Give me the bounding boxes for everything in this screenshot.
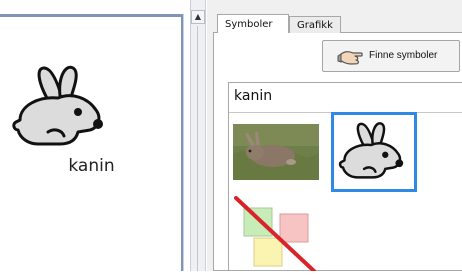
scrollbar-track: [197, 26, 198, 271]
rabbit-symbol-icon: [338, 122, 404, 179]
result-no-symbol[interactable]: [234, 196, 318, 273]
tab-grafikk[interactable]: Grafikk: [289, 16, 341, 33]
rabbit-symbol-icon: [12, 65, 103, 146]
result-photo-rabbit[interactable]: [233, 124, 319, 180]
symbol-card[interactable]: [0, 14, 183, 271]
rabbit-photo-icon: [233, 124, 319, 180]
find-symbols-label: Finne symboler: [369, 50, 438, 61]
result-symbol-rabbit[interactable]: [331, 112, 417, 192]
scroll-up-arrow-icon[interactable]: ▲: [191, 10, 205, 24]
document-top-margin: [0, 0, 190, 14]
card-label: kanin: [68, 156, 115, 176]
results-header: kanin: [228, 86, 462, 108]
hand-pointing-icon: [337, 51, 363, 65]
find-symbols-button[interactable]: Finne symboler: [322, 40, 460, 72]
no-symbol-icon: [234, 196, 316, 273]
vertical-scrollbar[interactable]: [190, 0, 206, 271]
search-word: kanin: [234, 88, 273, 104]
tab-symboler[interactable]: Symboler: [217, 14, 289, 33]
